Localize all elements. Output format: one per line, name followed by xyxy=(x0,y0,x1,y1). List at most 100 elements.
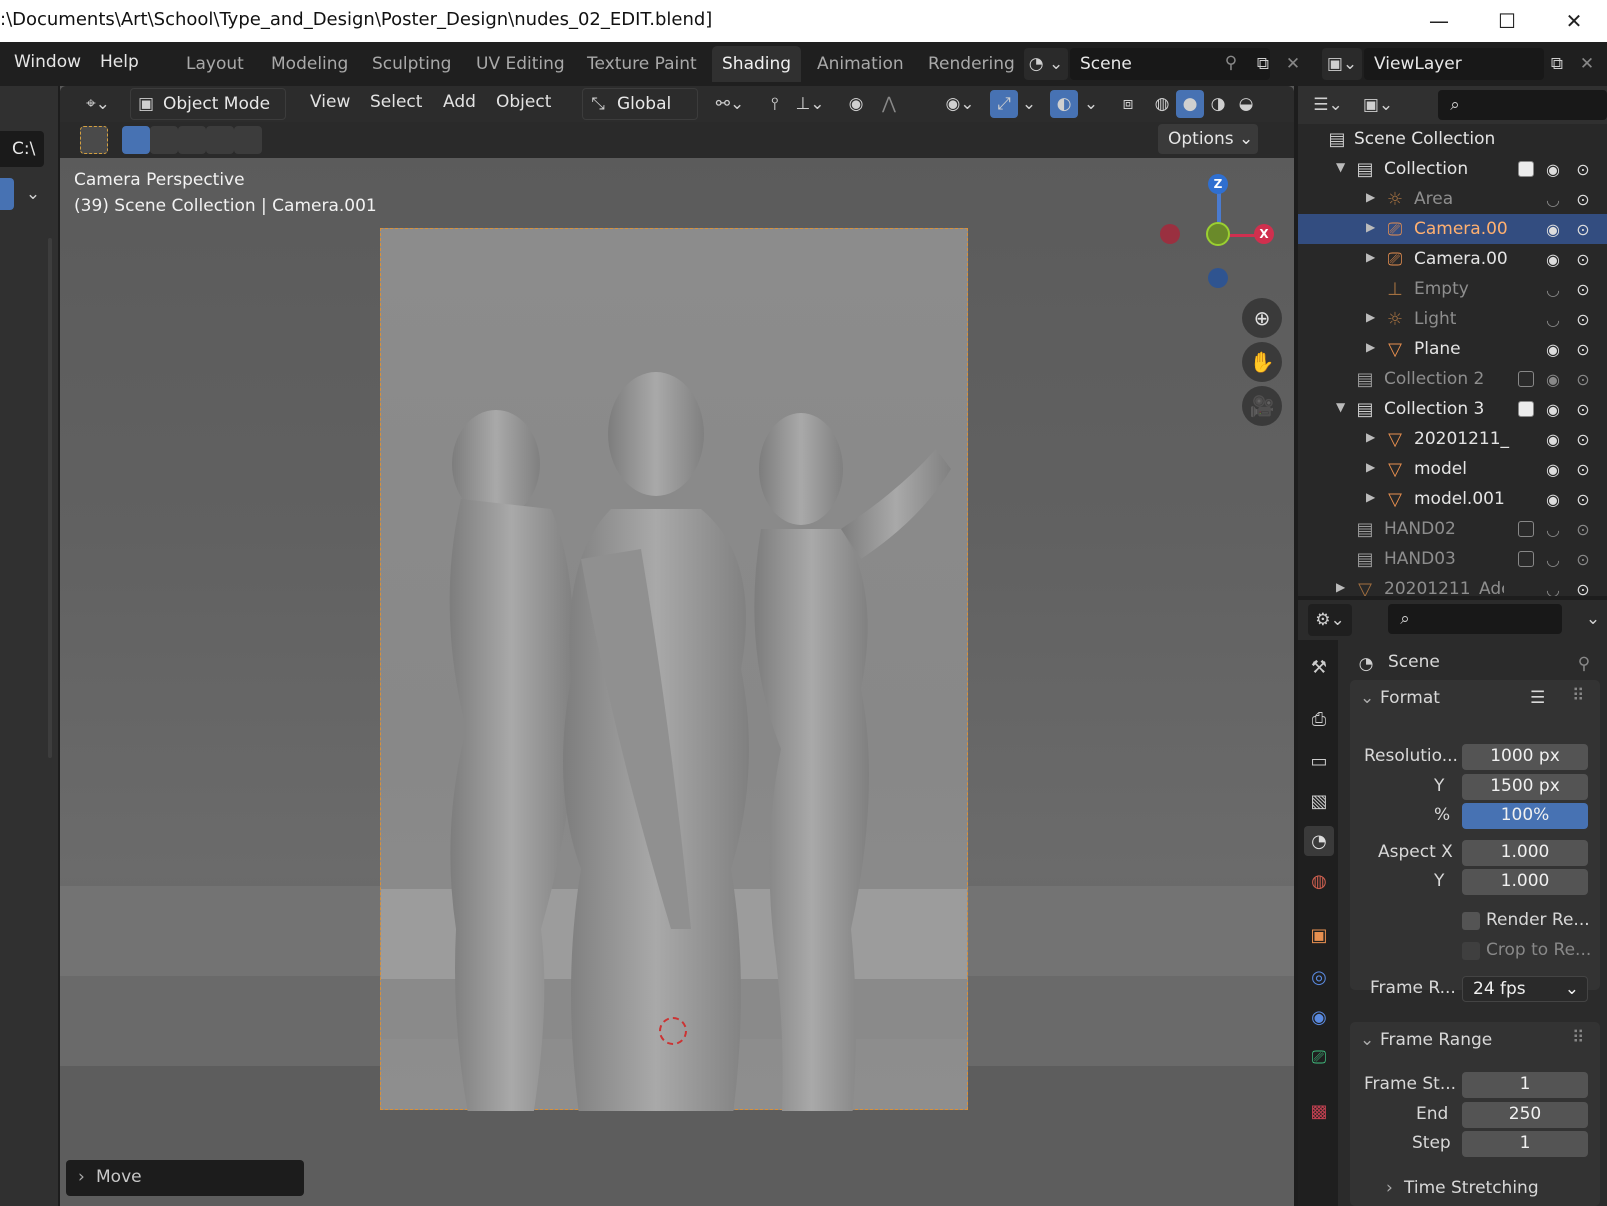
proportional-edit-icon[interactable]: ◉ xyxy=(842,90,870,118)
menu-add[interactable]: Add xyxy=(443,92,476,112)
select-invert-icon[interactable] xyxy=(206,126,234,154)
outliner-row[interactable]: ▶ ▽ 20201211_ ◉ ⊙ xyxy=(1298,424,1607,454)
world-tab-icon[interactable]: ◍ xyxy=(1304,866,1334,896)
eye-closed-icon[interactable]: ◡ xyxy=(1542,278,1564,300)
expand-arrow-icon[interactable]: ▶ xyxy=(1366,460,1375,474)
menu-select[interactable]: Select xyxy=(370,92,422,112)
menu-help[interactable]: Help xyxy=(100,52,139,72)
panel-title[interactable]: Frame Range xyxy=(1380,1030,1492,1050)
mode-selector[interactable]: ▣ Object Mode xyxy=(130,88,286,120)
object-tab-icon[interactable]: ▣ xyxy=(1304,920,1334,950)
expand-arrow-icon[interactable]: ▶ xyxy=(1366,340,1375,354)
object-data-tab-icon[interactable]: ⎚ xyxy=(1304,1042,1334,1072)
viewlayer-name-field[interactable]: ViewLayer xyxy=(1364,48,1544,80)
eye-icon[interactable]: ◉ xyxy=(1542,368,1564,390)
gizmo-x[interactable]: X xyxy=(1254,224,1274,244)
chevron-down-icon[interactable]: ⌄ xyxy=(1018,90,1040,118)
exclude-checkbox[interactable] xyxy=(1518,401,1534,417)
view-layer-tab-icon[interactable]: ▧ xyxy=(1304,786,1334,816)
frame-end-field[interactable]: 250 xyxy=(1462,1102,1588,1128)
options-dropdown[interactable]: Options ⌄ xyxy=(1158,124,1258,154)
3d-cursor-icon[interactable] xyxy=(659,1017,687,1045)
material-shading-icon[interactable]: ◑ xyxy=(1204,90,1232,118)
chevron-down-icon[interactable]: ⌄ xyxy=(1360,688,1374,708)
3d-viewport[interactable]: ⌖⌄ ▣ Object Mode View Select Add Object … xyxy=(60,86,1294,1206)
camera-view-icon[interactable]: 🎥 xyxy=(1242,386,1282,426)
scene-tab-icon[interactable]: ◔ xyxy=(1304,826,1334,856)
frame-step-field[interactable]: 1 xyxy=(1462,1131,1588,1157)
exclude-checkbox[interactable] xyxy=(1518,161,1534,177)
properties-search-input[interactable]: ⌕ xyxy=(1388,604,1562,634)
render-region-checkbox[interactable] xyxy=(1462,912,1480,930)
render-camera-icon[interactable]: ⊙ xyxy=(1572,548,1594,570)
render-camera-icon[interactable]: ⊙ xyxy=(1572,518,1594,540)
eye-icon[interactable]: ◉ xyxy=(1542,338,1564,360)
scrollbar[interactable] xyxy=(48,238,52,758)
tab-shading[interactable]: Shading xyxy=(712,46,802,82)
render-camera-icon[interactable]: ⊙ xyxy=(1572,188,1594,210)
render-camera-icon[interactable]: ⊙ xyxy=(1572,218,1594,240)
expand-arrow-icon[interactable]: ▼ xyxy=(1336,160,1345,174)
exclude-checkbox[interactable] xyxy=(1518,551,1534,567)
render-camera-icon[interactable]: ⊙ xyxy=(1572,338,1594,360)
render-camera-icon[interactable]: ⊙ xyxy=(1572,428,1594,450)
outliner-search-input[interactable]: ⌕ xyxy=(1438,90,1607,120)
filter-button[interactable] xyxy=(0,178,14,210)
resolution-percent-slider[interactable]: 100% xyxy=(1462,803,1588,829)
crop-region-checkbox[interactable] xyxy=(1462,942,1480,960)
eye-closed-icon[interactable]: ◡ xyxy=(1542,308,1564,330)
time-stretching-panel[interactable]: Time Stretching xyxy=(1404,1178,1539,1198)
eye-icon[interactable]: ◉ xyxy=(1542,428,1564,450)
minimize-button[interactable]: — xyxy=(1406,0,1472,42)
chevron-down-icon[interactable]: ⌄ xyxy=(1360,1030,1374,1050)
select-intersect-icon[interactable] xyxy=(234,126,262,154)
select-tool-icon[interactable] xyxy=(80,126,108,154)
tab-animation[interactable]: Animation xyxy=(807,46,914,82)
gizmo-z[interactable]: Z xyxy=(1208,174,1228,194)
tab-rendering[interactable]: Rendering xyxy=(918,46,1025,82)
outliner-row-selected[interactable]: ▶ ⎚ Camera.00 ◉ ⊙ xyxy=(1298,214,1607,244)
render-camera-icon[interactable]: ⊙ xyxy=(1572,578,1594,597)
render-camera-icon[interactable]: ⊙ xyxy=(1572,308,1594,330)
resolution-y-field[interactable]: 1500 px xyxy=(1462,774,1588,800)
tool-tab-icon[interactable]: ⚒ xyxy=(1304,652,1334,682)
outliner-row[interactable]: ▤ Collection 2 ◉ ⊙ xyxy=(1298,364,1607,394)
aspect-x-field[interactable]: 1.000 xyxy=(1462,840,1588,866)
expand-arrow-icon[interactable]: ▶ xyxy=(1366,430,1375,444)
frame-rate-dropdown[interactable]: 24 fps ⌄ xyxy=(1462,976,1588,1002)
scene-selector-icon[interactable]: ◔ ⌄ xyxy=(1024,48,1068,80)
drag-handle-icon[interactable]: ⠿ xyxy=(1572,686,1584,706)
tab-texture-paint[interactable]: Texture Paint xyxy=(577,46,707,82)
exclude-checkbox[interactable] xyxy=(1518,371,1534,387)
eye-closed-icon[interactable]: ◡ xyxy=(1542,548,1564,570)
select-new-icon[interactable] xyxy=(122,126,150,154)
editor-type-icon[interactable]: ☰⌄ xyxy=(1308,90,1348,120)
aspect-y-field[interactable]: 1.000 xyxy=(1462,869,1588,895)
outliner-row[interactable]: ▶ ▽ model ◉ ⊙ xyxy=(1298,454,1607,484)
snap-icon[interactable]: ⫯ xyxy=(760,90,790,118)
rendered-shading-icon[interactable]: ◒ xyxy=(1232,90,1260,118)
eye-icon[interactable]: ◉ xyxy=(1542,248,1564,270)
zoom-icon[interactable]: ⊕ xyxy=(1242,298,1282,338)
pivot-icon[interactable]: ⚯⌄ xyxy=(710,90,750,118)
frame-start-field[interactable]: 1 xyxy=(1462,1072,1588,1098)
pan-hand-icon[interactable]: ✋ xyxy=(1242,342,1282,382)
eye-icon[interactable]: ◉ xyxy=(1542,458,1564,480)
snap-target-icon[interactable]: ⊥⌄ xyxy=(790,90,830,118)
expand-arrow-icon[interactable]: ▶ xyxy=(1336,580,1345,594)
outliner-row[interactable]: ▼ ▤ Collection 3 ◉ ⊙ xyxy=(1298,394,1607,424)
eye-icon[interactable]: ◉ xyxy=(1542,398,1564,420)
physics-tab-icon[interactable]: ◉ xyxy=(1304,1002,1334,1032)
pin-icon[interactable]: ⚲ xyxy=(1572,652,1596,676)
panel-title[interactable]: Format xyxy=(1380,688,1440,708)
presets-icon[interactable]: ☰ xyxy=(1530,688,1545,708)
new-scene-icon[interactable]: ⧉ xyxy=(1250,50,1276,78)
menu-window[interactable]: Window xyxy=(14,52,81,72)
outliner-row[interactable]: ▶ ☼ Light ◡ ⊙ xyxy=(1298,304,1607,334)
outliner-row[interactable]: ▤ HAND02 ◡ ⊙ xyxy=(1298,514,1607,544)
maximize-button[interactable]: ☐ xyxy=(1474,0,1540,42)
outliner-row[interactable]: ▶ ☼ Area ◡ ⊙ xyxy=(1298,184,1607,214)
eye-icon[interactable]: ◉ xyxy=(1542,158,1564,180)
visibility-icon[interactable]: ◉⌄ xyxy=(940,90,980,118)
editor-type-icon[interactable]: ⌖⌄ xyxy=(76,88,120,120)
